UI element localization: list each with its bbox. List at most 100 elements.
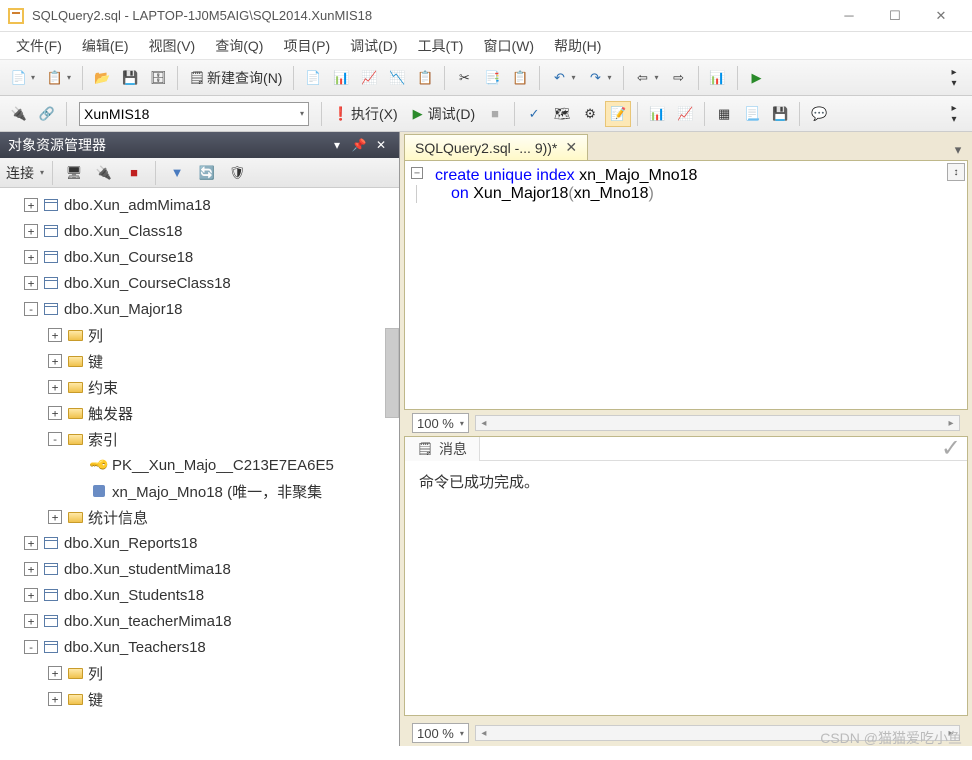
expander-icon[interactable]: + <box>24 562 38 576</box>
menu-view[interactable]: 视图(V) <box>139 32 206 60</box>
menu-tools[interactable]: 工具(T) <box>408 32 474 60</box>
expander-icon[interactable]: + <box>48 510 62 524</box>
panel-close-button[interactable]: ✕ <box>371 135 391 155</box>
fold-collapse-icon[interactable]: − <box>411 167 423 179</box>
messages-h-scrollbar[interactable]: ◂▸ <box>475 725 960 741</box>
refresh-oe-button[interactable]: 🔄 <box>194 160 220 186</box>
maximize-button[interactable]: ☐ <box>872 0 918 32</box>
redo-button[interactable]: ↷▾ <box>582 65 616 91</box>
results-grid-button[interactable]: ▦ <box>711 101 737 127</box>
expander-icon[interactable]: - <box>24 640 38 654</box>
connect-label[interactable]: 连接 <box>6 163 34 183</box>
expander-icon[interactable]: + <box>48 692 62 706</box>
sql-editor[interactable]: − create unique index xn_Majo_Mno18 on X… <box>404 160 968 410</box>
tree-node[interactable]: +约束 <box>0 374 399 400</box>
include-plan-button[interactable]: 📊 <box>644 101 670 127</box>
tree-node[interactable]: +dbo.Xun_studentMima18 <box>0 556 399 582</box>
cut-button[interactable]: ✂ <box>451 65 477 91</box>
tree-node[interactable]: -dbo.Xun_Major18 <box>0 296 399 322</box>
copy-button[interactable]: 📑 <box>479 65 505 91</box>
menu-window[interactable]: 窗口(W) <box>473 32 544 60</box>
intellisense-button[interactable]: 📝 <box>605 101 631 127</box>
expander-icon[interactable]: + <box>48 380 62 394</box>
save-all-button[interactable]: 🗄 <box>145 65 171 91</box>
tree-node[interactable]: +触发器 <box>0 400 399 426</box>
tree-node[interactable]: +键 <box>0 348 399 374</box>
toolbar2-overflow-button[interactable]: ▸▾ <box>942 101 966 127</box>
tree-node[interactable]: +列 <box>0 322 399 348</box>
expander-icon[interactable]: - <box>48 432 62 446</box>
nav-fwd-button[interactable]: ⇨ <box>666 65 692 91</box>
database-combobox[interactable]: ▾ <box>79 102 309 126</box>
menu-file[interactable]: 文件(F) <box>6 32 72 60</box>
close-button[interactable]: ✕ <box>918 0 964 32</box>
execute-button[interactable]: ❗执行(X) <box>328 101 403 127</box>
split-editor-button[interactable]: ↕ <box>947 163 965 181</box>
db-engine-query-button[interactable]: 📄 <box>300 65 326 91</box>
policy-oe-button[interactable]: 🛡 <box>224 160 250 186</box>
expander-icon[interactable]: + <box>24 614 38 628</box>
tree-node[interactable]: +dbo.Xun_Students18 <box>0 582 399 608</box>
tree-node[interactable]: +dbo.Xun_admMima18 <box>0 192 399 218</box>
menu-project[interactable]: 项目(P) <box>273 32 340 60</box>
dmx-query-button[interactable]: 📉 <box>384 65 410 91</box>
tabstrip-menu-button[interactable]: ▾ <box>948 140 968 160</box>
add-item-button[interactable]: 📋▾ <box>42 65 76 91</box>
activity-monitor-button[interactable]: 📊 <box>705 65 731 91</box>
zoom-dropdown[interactable]: 100 %▾ <box>412 413 469 433</box>
disconnect-oe-button[interactable]: 🔌 <box>91 160 117 186</box>
parse-button[interactable]: ✓ <box>521 101 547 127</box>
new-query-button[interactable]: 🗒新建查询(N) <box>184 65 287 91</box>
results-file-button[interactable]: 💾 <box>767 101 793 127</box>
minimize-button[interactable]: ─ <box>826 0 872 32</box>
paste-button[interactable]: 📋 <box>507 65 533 91</box>
menu-help[interactable]: 帮助(H) <box>544 32 611 60</box>
tab-close-button[interactable]: ✕ <box>565 139 577 156</box>
connect-button[interactable]: 🔌 <box>6 101 32 127</box>
xmla-query-button[interactable]: 📋 <box>412 65 438 91</box>
object-explorer-tree[interactable]: +dbo.Xun_admMima18+dbo.Xun_Class18+dbo.X… <box>0 188 399 746</box>
document-tab[interactable]: SQLQuery2.sql -... 9))* ✕ <box>404 134 588 160</box>
analysis-query-button[interactable]: 📊 <box>328 65 354 91</box>
expander-icon[interactable]: - <box>24 302 38 316</box>
mdx-query-button[interactable]: 📈 <box>356 65 382 91</box>
tree-node[interactable]: +dbo.Xun_Course18 <box>0 244 399 270</box>
filter-oe-button[interactable]: ▼ <box>164 160 190 186</box>
change-connection-button[interactable]: 🔗 <box>34 101 60 127</box>
query-options-button[interactable]: ⚙ <box>577 101 603 127</box>
new-project-button[interactable]: 📄▾ <box>6 65 40 91</box>
tree-node[interactable]: xn_Majo_Mno18 (唯一，非聚集 <box>0 478 399 504</box>
tree-node[interactable]: +dbo.Xun_Reports18 <box>0 530 399 556</box>
tree-node[interactable]: +dbo.Xun_Class18 <box>0 218 399 244</box>
stop-oe-button[interactable]: ■ <box>121 160 147 186</box>
nav-back-button[interactable]: ⇦▾ <box>630 65 664 91</box>
menu-debug[interactable]: 调试(D) <box>340 32 407 60</box>
expander-icon[interactable]: + <box>24 198 38 212</box>
expander-icon[interactable]: + <box>24 588 38 602</box>
save-button[interactable]: 💾 <box>117 65 143 91</box>
expander-icon[interactable]: + <box>48 328 62 342</box>
debug-button[interactable]: ▶调试(D) <box>405 101 480 127</box>
results-text-button[interactable]: 📃 <box>739 101 765 127</box>
start-debug-button[interactable]: ▶ <box>744 65 770 91</box>
expander-icon[interactable]: + <box>48 666 62 680</box>
database-input[interactable] <box>84 106 298 122</box>
expander-icon[interactable]: + <box>24 224 38 238</box>
undo-button[interactable]: ↶▾ <box>546 65 580 91</box>
tree-scrollbar-thumb[interactable] <box>385 328 399 418</box>
tree-node[interactable]: -索引 <box>0 426 399 452</box>
tree-node[interactable]: +列 <box>0 660 399 686</box>
comment-button[interactable]: 💬 <box>806 101 832 127</box>
tree-node[interactable]: +dbo.Xun_teacherMima18 <box>0 608 399 634</box>
menu-edit[interactable]: 编辑(E) <box>72 32 139 60</box>
tree-node[interactable]: +统计信息 <box>0 504 399 530</box>
tree-node[interactable]: -dbo.Xun_Teachers18 <box>0 634 399 660</box>
display-plan-button[interactable]: 🗺 <box>549 101 575 127</box>
expander-icon[interactable]: + <box>48 354 62 368</box>
connect-oe-button[interactable]: 🖥 <box>61 160 87 186</box>
expander-icon[interactable]: + <box>24 276 38 290</box>
tree-node[interactable]: 🔑PK__Xun_Majo__C213E7EA6E5 <box>0 452 399 478</box>
tree-node[interactable]: +dbo.Xun_CourseClass18 <box>0 270 399 296</box>
expander-icon[interactable]: + <box>24 536 38 550</box>
cancel-query-button[interactable]: ■ <box>482 101 508 127</box>
